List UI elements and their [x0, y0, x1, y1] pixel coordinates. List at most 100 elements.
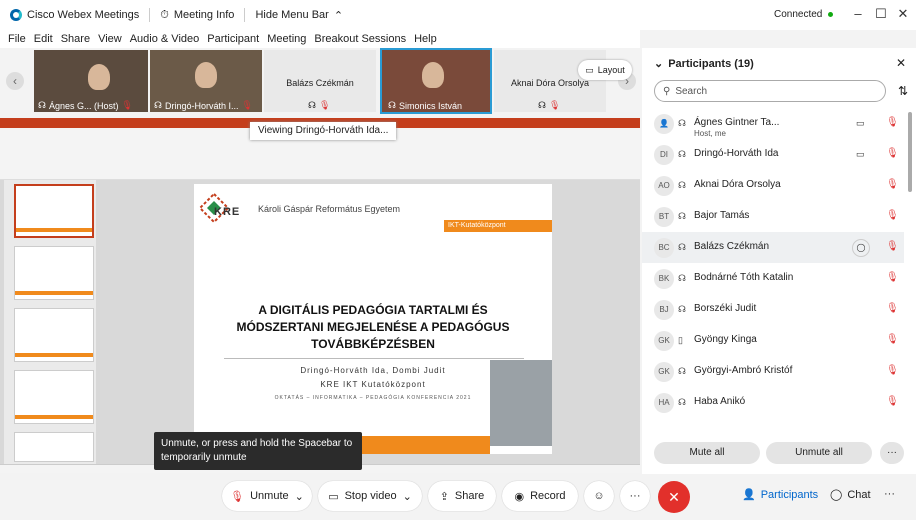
stop-video-button[interactable]: ▭ Stop video ⌄ [318, 481, 422, 511]
participants-header[interactable]: ⌄ Participants (19) [654, 57, 754, 71]
participant-row[interactable]: DI ☊ Dringó-Horváth Ida ▭ 🎙 [642, 139, 904, 170]
record-icon: ◉ [514, 490, 525, 503]
people-icon: 👤 [742, 489, 756, 501]
participant-row[interactable]: GK ▯ Gyöngy Kinga 🎙 [642, 325, 904, 356]
chat-icon: ◯ [830, 489, 843, 501]
menu-edit[interactable]: Edit [30, 33, 57, 45]
participant-name: Ágnes Gintner Ta... [694, 117, 780, 128]
ellipsis-icon: ··· [884, 488, 895, 500]
participant-name: Bajor Tamás [694, 210, 750, 221]
menu-file[interactable]: File [4, 33, 30, 45]
sort-icon[interactable]: ⇅ [898, 84, 908, 98]
slide-area: KRE Károli Gáspár Református Egyetem IKT… [100, 180, 640, 465]
tile-icons: ☊ 🎙 [308, 100, 330, 111]
unmute-all-button[interactable]: Unmute all [766, 442, 872, 464]
reactions-button[interactable]: ☺ [584, 481, 614, 511]
participants-panel: ⌄ Participants (19) ✕ ⚲ Search ⇅ 👤 ☊ Ágn… [642, 48, 916, 474]
mic-muted-icon: 🎙 [230, 490, 245, 503]
menu-breakout-sessions[interactable]: Breakout Sessions [310, 33, 410, 45]
video-tile[interactable]: Balázs Czékmán ☊ 🎙 [264, 50, 376, 112]
menu-help[interactable]: Help [410, 33, 441, 45]
more-options-button[interactable]: ··· [880, 442, 904, 464]
record-button[interactable]: ◉ Record [502, 481, 578, 511]
thumb-bar [15, 353, 93, 357]
mic-muted-icon[interactable]: 🎙 [886, 210, 899, 221]
mic-muted-icon: 🎙 [241, 100, 253, 110]
slide-title-line: MÓDSZERTANI MEGJELENÉSE A PEDAGÓGUS [236, 320, 510, 334]
smiley-icon: ☺ [593, 490, 605, 502]
mute-all-button[interactable]: Mute all [654, 442, 760, 464]
layout-button[interactable]: ▭ Layout [578, 60, 632, 80]
participant-row[interactable]: 👤 ☊ Ágnes Gintner Ta... Host, me ▭ 🎙 [642, 108, 904, 139]
tile-name-label: Ágnes G... (Host) [49, 100, 119, 111]
close-panel-icon[interactable]: ✕ [896, 56, 906, 70]
mic-muted-icon[interactable]: 🎙 [886, 148, 899, 159]
participant-search-input[interactable]: ⚲ Search [654, 80, 886, 102]
mic-muted-icon[interactable]: 🎙 [886, 365, 899, 376]
participant-row[interactable]: GK ☊ Györgyi-Ambró Kristóf 🎙 [642, 356, 904, 387]
headset-icon: ☊ [678, 366, 686, 376]
video-tile[interactable]: ☊ Dringó-Horváth I... 🎙 [150, 50, 262, 112]
avatar: BT [654, 207, 674, 227]
hide-menu-bar-button[interactable]: Hide Menu Bar ⌃ [245, 0, 353, 30]
participant-name: Balázs Czékmán [694, 241, 770, 252]
mic-muted-icon[interactable]: 🎙 [886, 179, 899, 190]
share-button[interactable]: ⇪ Share [428, 481, 496, 511]
layout-icon: ▭ [585, 64, 594, 75]
meeting-controls: 🎙 Unmute ⌄ ▭ Stop video ⌄ ⇪ Share ◉ Reco… [0, 474, 916, 520]
more-panels-button[interactable]: ··· [884, 488, 895, 500]
participant-row[interactable]: HA ☊ Haba Anikó 🎙 [642, 387, 904, 418]
close-icon: ✕ [668, 489, 680, 505]
leave-meeting-button[interactable]: ✕ [658, 481, 690, 513]
video-tile[interactable]: ☊ Ágnes G... (Host) 🎙 [34, 50, 148, 112]
mic-muted-icon[interactable]: 🎙 [886, 272, 899, 283]
shared-screen: Viewing Dringó-Horváth Ida... KRE Károli… [0, 118, 640, 473]
mic-muted-icon: 🎙 [549, 100, 561, 110]
maximize-icon[interactable]: ☐ [873, 5, 889, 23]
more-options-button[interactable]: ··· [620, 481, 650, 511]
participant-name: Haba Anikó [694, 396, 746, 407]
menu-participant[interactable]: Participant [203, 33, 263, 45]
thumb-bar [16, 228, 92, 232]
slide-thumbnail [14, 370, 94, 424]
unmute-button[interactable]: 🎙 Unmute ⌄ [222, 481, 312, 511]
avatar: GK [654, 331, 674, 351]
menu-view[interactable]: View [94, 33, 126, 45]
filmstrip-prev-button[interactable]: ‹ [6, 72, 24, 90]
participant-row[interactable]: AO ☊ Aknai Dóra Orsolya 🎙 [642, 170, 904, 201]
mic-muted-icon[interactable]: 🎙 [886, 396, 899, 407]
slide: KRE Károli Gáspár Református Egyetem IKT… [194, 184, 552, 454]
mic-muted-icon[interactable]: 🎙 [886, 334, 899, 345]
chat-bubble-icon[interactable]: ◯ [852, 239, 870, 257]
phone-icon: ▯ [678, 335, 683, 345]
participant-row[interactable]: BK ☊ Bodnárné Tóth Katalin 🎙 [642, 263, 904, 294]
avatar: AO [654, 176, 674, 196]
menu-bar: File Edit Share View Audio & Video Parti… [0, 30, 640, 48]
participant-row[interactable]: BC ☊ Balázs Czékmán ◯ 🎙 [642, 232, 904, 263]
participants-toggle[interactable]: 👤 Participants [742, 488, 818, 502]
menu-meeting[interactable]: Meeting [263, 33, 310, 45]
meeting-info-label: Meeting Info [173, 9, 235, 21]
tile-name: ☊ Dringó-Horváth I... 🎙 [154, 100, 253, 111]
participant-list-scrollbar[interactable] [908, 112, 912, 192]
participant-row[interactable]: BT ☊ Bajor Tamás 🎙 [642, 201, 904, 232]
ikt-tag: IKT-Kutatóközpont [444, 220, 552, 232]
participant-name: Gyöngy Kinga [694, 334, 757, 345]
minimize-icon[interactable]: – [850, 5, 866, 23]
menu-audio-video[interactable]: Audio & Video [126, 33, 204, 45]
close-window-icon[interactable]: ✕ [895, 5, 911, 23]
chat-toggle[interactable]: ◯ Chat [830, 488, 871, 502]
participant-row[interactable]: BJ ☊ Borszéki Judit 🎙 [642, 294, 904, 325]
slide-title-line: A DIGITÁLIS PEDAGÓGIA TARTALMI ÉS [258, 303, 488, 317]
mic-muted-icon[interactable]: 🎙 [886, 241, 899, 252]
search-icon: ⚲ [663, 85, 671, 97]
avatar: BC [654, 238, 674, 258]
viewing-label: Viewing Dringó-Horváth Ida... [250, 122, 397, 140]
hide-menu-label: Hide Menu Bar [255, 9, 329, 21]
headset-icon: ☊ [38, 100, 46, 110]
meeting-info-button[interactable]: ⏱ Meeting Info [150, 0, 244, 30]
mic-muted-icon[interactable]: 🎙 [886, 303, 899, 314]
menu-share[interactable]: Share [57, 33, 94, 45]
mic-muted-icon[interactable]: 🎙 [886, 117, 899, 128]
participant-name: Györgyi-Ambró Kristóf [694, 365, 793, 376]
